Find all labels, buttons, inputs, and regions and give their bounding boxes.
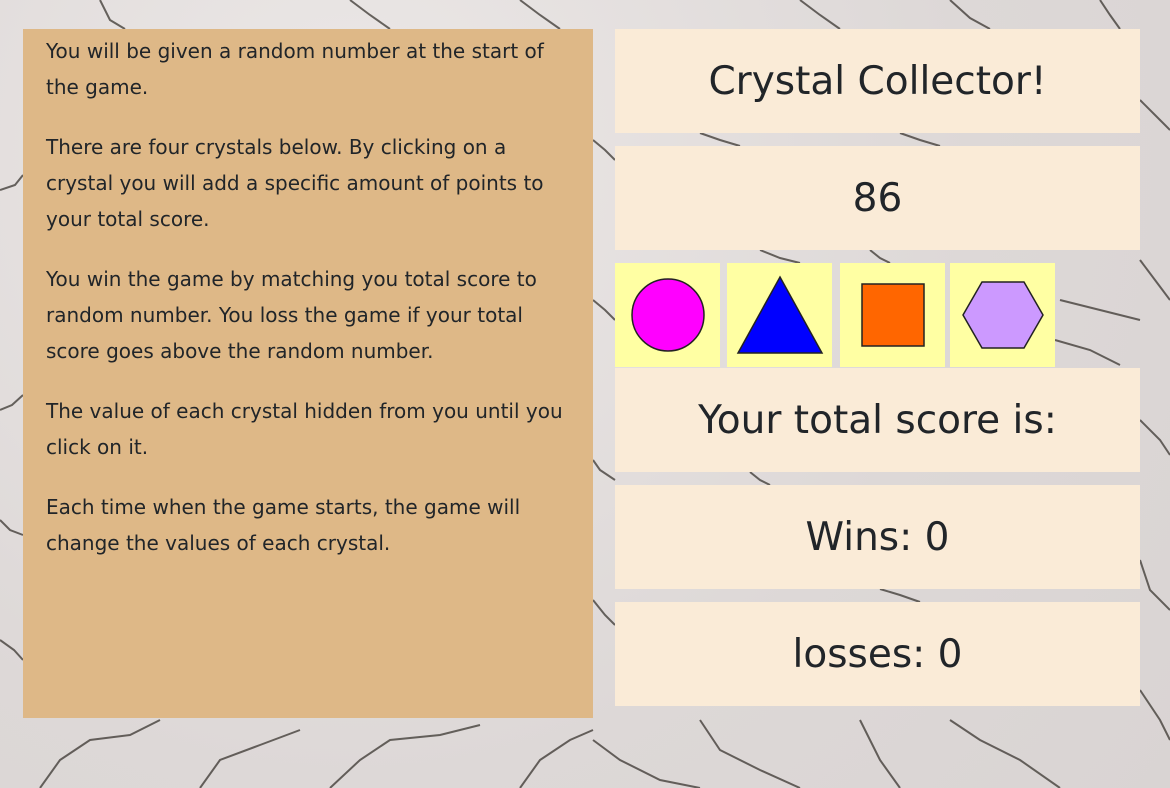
random-number-display: 86 — [615, 146, 1140, 250]
crystal-button-circle[interactable] — [615, 263, 720, 367]
instructions-panel: You will be given a random number at the… — [23, 29, 593, 718]
crystal-button-triangle[interactable] — [727, 263, 832, 367]
instruction-text-1: You will be given a random number at the… — [46, 39, 544, 99]
losses-counter: losses: 0 — [615, 602, 1140, 706]
triangle-crystal-icon — [736, 275, 823, 354]
instruction-text-3: You win the game by matching you total s… — [46, 267, 537, 363]
circle-crystal-icon — [630, 278, 705, 352]
total-score-label: Your total score is: — [615, 368, 1140, 472]
crystal-button-square[interactable] — [840, 263, 945, 367]
instruction-text-5: Each time when the game starts, the game… — [46, 495, 521, 555]
instruction-text-2: There are four crystals below. By clicki… — [46, 135, 544, 231]
square-crystal-icon — [860, 283, 925, 347]
instruction-text-4: The value of each crystal hidden from yo… — [46, 399, 563, 459]
wins-counter: Wins: 0 — [615, 485, 1140, 589]
crystal-button-hexagon[interactable] — [950, 263, 1055, 367]
game-title: Crystal Collector! — [615, 29, 1140, 133]
hexagon-crystal-icon — [961, 281, 1044, 349]
